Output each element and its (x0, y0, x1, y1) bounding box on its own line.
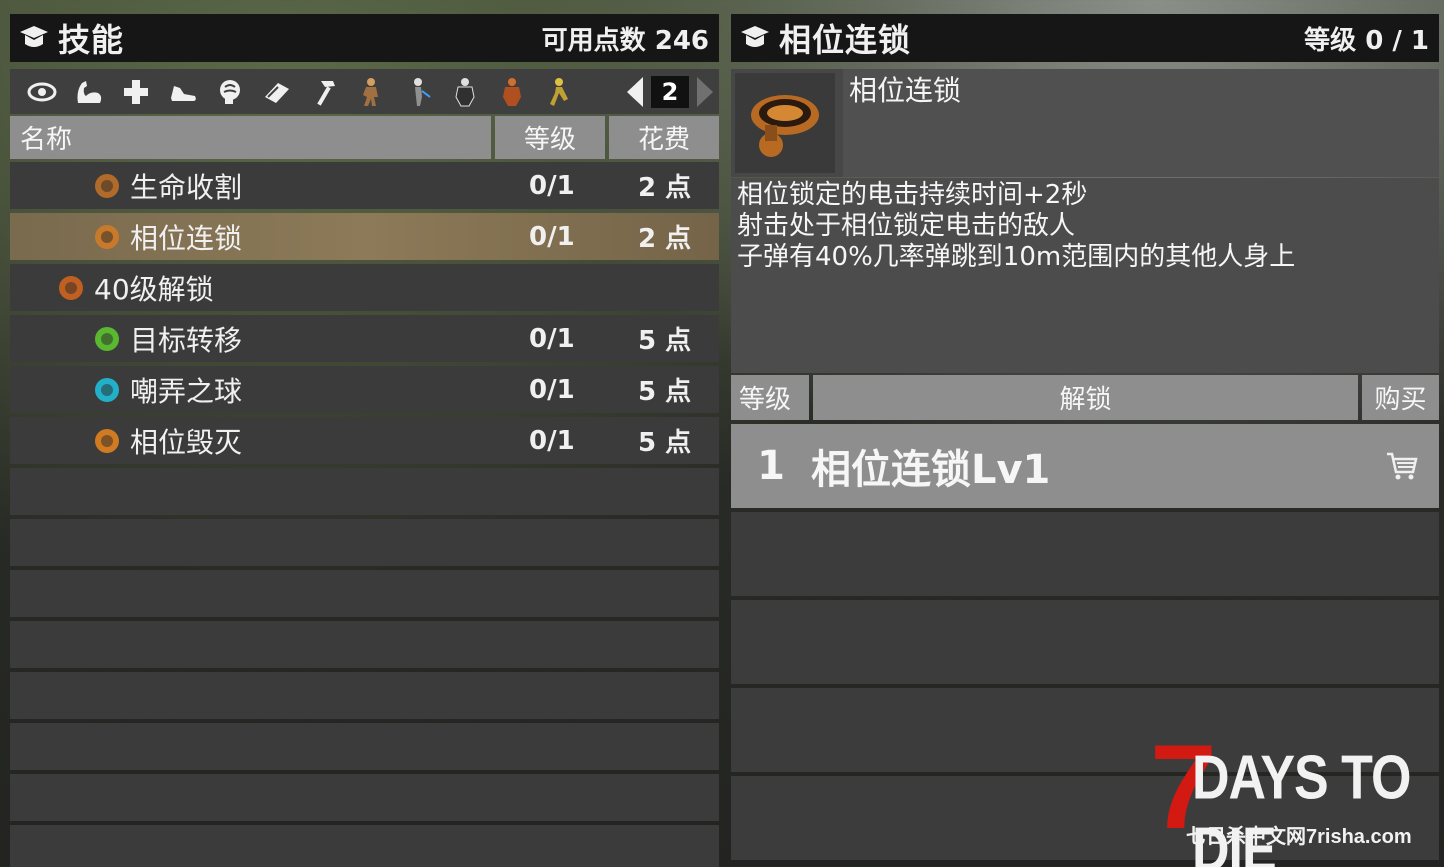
muscle-icon[interactable] (65, 72, 112, 112)
skill-name: 相位毁灭 (130, 425, 243, 459)
empty-skill-row (10, 621, 719, 668)
skill-name: 生命收割 (130, 170, 243, 204)
graduation-cap-icon (18, 23, 50, 53)
skill-level: 0/1 (529, 170, 575, 201)
skill-level: 0/1 (529, 425, 575, 456)
skill-level: 0/1 (529, 221, 575, 252)
unlock-column-unlock: 解锁 (813, 375, 1358, 420)
empty-skill-row (10, 519, 719, 566)
skill-row[interactable]: 生命收割 0/1 2 点 (10, 162, 719, 209)
page-number: 2 (651, 75, 689, 108)
plus-icon[interactable] (112, 72, 159, 112)
character-icon[interactable] (535, 72, 582, 112)
empty-skill-row (10, 570, 719, 617)
skills-titlebar: 技能 可用点数 246 (10, 14, 719, 62)
empty-skill-row (10, 468, 719, 515)
skills-table-header: 名称 等级 花费 (10, 116, 719, 159)
skill-row[interactable]: 目标转移 0/1 5 点 (10, 315, 719, 362)
graduation-cap-icon (739, 23, 771, 53)
skill-cost: 5 点 (638, 428, 692, 458)
unlock-level: 1 (757, 443, 785, 489)
character-icon[interactable] (394, 72, 441, 112)
character-icon[interactable] (347, 72, 394, 112)
empty-skill-row (10, 774, 719, 821)
unlock-name: 相位连锁Lv1 (811, 447, 1051, 493)
eye-icon[interactable] (18, 72, 65, 112)
game-logo: 7 DAYS TO DIE 七日杀中文网7risha.com (1150, 727, 1440, 867)
detail-item-name: 相位连锁 (843, 69, 1439, 177)
skill-name: 相位连锁 (130, 221, 243, 255)
skill-row[interactable]: 相位毁灭 0/1 5 点 (10, 417, 719, 464)
unlock-column-buy: 购买 (1362, 375, 1439, 420)
hammer-icon[interactable] (300, 72, 347, 112)
description-line: 子弹有40%几率弹跳到10m范围内的其他人身上 (737, 242, 1296, 272)
detail-title: 相位连锁 (779, 21, 912, 59)
detail-header: 相位连锁 (731, 69, 1439, 177)
skill-row[interactable]: 相位连锁 0/1 2 点 (10, 213, 719, 260)
sneaker-icon[interactable] (159, 72, 206, 112)
detail-titlebar: 相位连锁 等级 0 / 1 (731, 14, 1439, 62)
disc-icon (735, 73, 835, 173)
demon-icon (54, 271, 88, 305)
logo-site: 七日杀中文网7risha.com (1186, 826, 1412, 848)
character-icon[interactable] (488, 72, 535, 112)
available-points: 可用点数 246 (541, 25, 709, 56)
column-name[interactable]: 名称 (10, 116, 491, 159)
target-shift-icon (90, 322, 124, 356)
unlock-column-level: 等级 (731, 375, 809, 420)
skills-panel: 技能 可用点数 246 2 名称 等级 花费 生命收割 0/1 2 点 相位连锁… (10, 14, 719, 867)
skill-cost: 2 点 (638, 173, 692, 203)
skill-name: 嘲弄之球 (130, 374, 243, 408)
brain-icon[interactable] (206, 72, 253, 112)
disc-icon (90, 220, 124, 254)
skills-title: 技能 (58, 21, 125, 59)
shopping-cart-icon[interactable] (1385, 450, 1419, 486)
skill-name: 40级解锁 (94, 272, 214, 306)
category-toolbar: 2 (10, 69, 719, 114)
empty-unlock-row (731, 512, 1439, 596)
arrow-left-icon[interactable] (627, 76, 643, 107)
detail-level: 等级 0 / 1 (1304, 25, 1429, 56)
scythe-icon (90, 169, 124, 203)
category-pager: 2 (627, 75, 713, 108)
unlock-row[interactable]: 1 相位连锁Lv1 (731, 424, 1439, 508)
skill-name: 目标转移 (130, 323, 243, 357)
skill-cost: 2 点 (638, 224, 692, 254)
vortex-icon (90, 373, 124, 407)
skill-description: 相位锁定的电击持续时间+2秒 射击处于相位锁定电击的敌人 子弹有40%几率弹跳到… (731, 178, 1439, 373)
unlock-table-header: 等级 解锁 购买 (731, 375, 1439, 420)
empty-skill-row (10, 672, 719, 719)
column-level[interactable]: 等级 (495, 116, 605, 159)
skill-cost: 5 点 (638, 377, 692, 407)
book-icon[interactable] (253, 72, 300, 112)
empty-skill-row (10, 723, 719, 770)
empty-skill-row (10, 825, 719, 867)
column-cost[interactable]: 花费 (609, 116, 719, 159)
description-line: 射击处于相位锁定电击的敌人 (737, 211, 1076, 241)
skills-list: 生命收割 0/1 2 点相位连锁 0/1 2 点 40级解锁 目标转移 0/1 5 点嘲弄之球 0… (10, 162, 719, 867)
character-icon[interactable] (441, 72, 488, 112)
skill-row[interactable]: 嘲弄之球 0/1 5 点 (10, 366, 719, 413)
description-line: 相位锁定的电击持续时间+2秒 (737, 180, 1088, 210)
demon-icon (90, 424, 124, 458)
skill-cost: 5 点 (638, 326, 692, 356)
skill-row[interactable]: 40级解锁 (10, 264, 719, 311)
arrow-right-icon[interactable] (697, 76, 713, 107)
empty-unlock-row (731, 600, 1439, 684)
skill-level: 0/1 (529, 374, 575, 405)
skill-level: 0/1 (529, 323, 575, 354)
